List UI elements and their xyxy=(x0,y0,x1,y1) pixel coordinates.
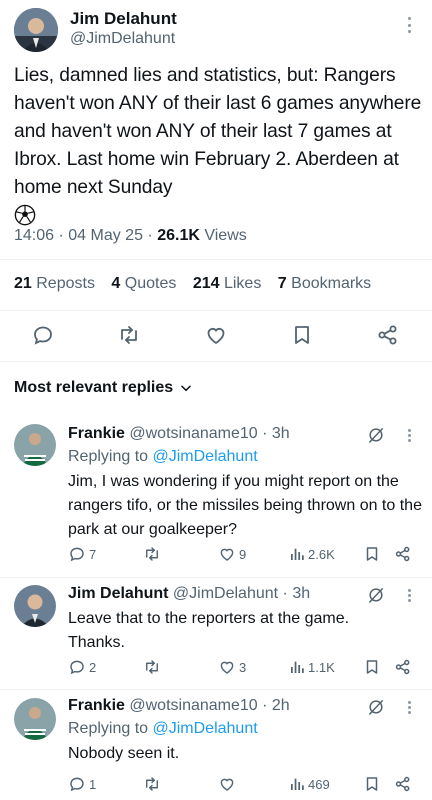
author-name[interactable]: Jim Delahunt xyxy=(70,9,177,29)
bookmark-icon[interactable] xyxy=(363,658,381,676)
more-options-icon[interactable] xyxy=(407,17,411,33)
reply-views-button[interactable]: 2.6K xyxy=(289,545,335,563)
repost-icon xyxy=(146,547,158,561)
views-icon xyxy=(291,778,304,790)
divider xyxy=(0,689,432,690)
reply-author-name[interactable]: Frankie xyxy=(68,425,125,442)
replying-to-handle[interactable]: @JimDelahunt xyxy=(153,448,258,465)
like-count: 9 xyxy=(239,546,247,562)
replying-to: Replying to @JimDelahunt xyxy=(68,448,258,465)
reply-text: Jim, I was wondering if you might report… xyxy=(68,473,422,538)
divider xyxy=(0,259,432,260)
avatar-image xyxy=(14,585,56,627)
bookmark-icon[interactable] xyxy=(363,775,381,793)
like-icon xyxy=(220,661,234,674)
share-icon[interactable] xyxy=(394,545,412,563)
reply-count: 7 xyxy=(89,546,97,562)
reply-icon xyxy=(70,777,84,792)
likes-stat[interactable]: 214 Likes xyxy=(193,275,274,292)
divider xyxy=(0,361,432,362)
avatar-image xyxy=(14,8,58,52)
tweet-date[interactable]: 04 May 25 xyxy=(68,227,143,244)
grok-icon[interactable] xyxy=(366,425,386,445)
more-options-icon[interactable] xyxy=(407,589,411,602)
share-icon[interactable] xyxy=(394,658,412,676)
repost-icon[interactable] xyxy=(117,323,141,347)
reply-icon[interactable] xyxy=(31,323,55,347)
tweet-meta: 14:06 · 04 May 25 · 26.1K Views xyxy=(14,227,247,244)
repost-icon xyxy=(146,660,158,674)
reply-time[interactable]: 3h xyxy=(272,425,290,442)
reply-author-name[interactable]: Frankie xyxy=(68,697,125,714)
reply-header: Frankie @wotsinaname10 · 2h xyxy=(68,697,290,714)
reply-like-button[interactable]: 9 xyxy=(218,545,246,563)
reply-count: 1 xyxy=(89,776,97,792)
grok-icon[interactable] xyxy=(366,585,386,605)
replies-sort-dropdown[interactable]: Most relevant replies xyxy=(14,379,193,397)
like-count: 3 xyxy=(239,659,247,675)
more-options-icon[interactable] xyxy=(407,701,411,714)
bookmark-icon[interactable] xyxy=(290,323,314,347)
reply-views-button[interactable]: 469 xyxy=(289,775,330,793)
reply-author-name[interactable]: Jim Delahunt xyxy=(68,585,168,602)
reply-author-handle[interactable]: @wotsinaname10 xyxy=(129,697,257,714)
replying-to-handle[interactable]: @JimDelahunt xyxy=(153,720,258,737)
like-icon xyxy=(220,548,234,561)
reply-time[interactable]: 2h xyxy=(272,697,290,714)
views-count: 2.6K xyxy=(308,546,335,562)
reply-like-button[interactable]: 3 xyxy=(218,658,246,676)
reply-icon xyxy=(70,547,84,562)
divider xyxy=(0,577,432,578)
views-icon xyxy=(291,661,304,673)
reply-repost-button[interactable] xyxy=(143,545,164,563)
views-label: Views xyxy=(204,227,247,244)
author-avatar[interactable] xyxy=(14,8,58,52)
views-count: 26.1K xyxy=(157,227,200,244)
reply-repost-button[interactable] xyxy=(143,658,164,676)
reply-icon xyxy=(70,660,84,675)
reply-repost-button[interactable] xyxy=(143,775,164,793)
bookmarks-stat[interactable]: 7 Bookmarks xyxy=(278,275,371,292)
author-handle[interactable]: @JimDelahunt xyxy=(70,30,175,48)
reply-avatar[interactable] xyxy=(14,424,56,466)
like-icon[interactable] xyxy=(204,323,228,347)
repost-icon xyxy=(146,777,158,791)
tweet-time[interactable]: 14:06 xyxy=(14,227,54,244)
reply-reply-button[interactable]: 7 xyxy=(68,545,96,563)
chevron-down-icon xyxy=(181,385,192,392)
divider xyxy=(0,310,432,311)
replying-to: Replying to @JimDelahunt xyxy=(68,720,258,737)
grok-icon[interactable] xyxy=(366,697,386,717)
reply-header: Jim Delahunt @JimDelahunt · 3h xyxy=(68,585,311,602)
quotes-stat[interactable]: 4 Quotes xyxy=(111,275,188,292)
reply-reply-button[interactable]: 2 xyxy=(68,658,96,676)
reply-header: Frankie @wotsinaname10 · 3h xyxy=(68,425,290,442)
avatar-image xyxy=(14,698,56,740)
reply-text: Nobody seen it. xyxy=(68,745,180,762)
like-icon xyxy=(220,778,234,791)
reply-time[interactable]: 3h xyxy=(292,585,310,602)
reply-author-handle[interactable]: @wotsinaname10 xyxy=(129,425,257,442)
share-icon[interactable] xyxy=(376,323,400,347)
reposts-stat[interactable]: 21 Reposts xyxy=(14,275,107,292)
engagement-stats: 21 Reposts 4 Quotes 214 Likes 7 Bookmark… xyxy=(14,275,371,293)
views-icon xyxy=(291,548,304,560)
reply-text: Leave that to the reporters at the game.… xyxy=(68,610,350,651)
views-count: 469 xyxy=(308,776,330,792)
tweet-body: Lies, damned lies and statistics, but: R… xyxy=(14,65,422,198)
replies-sort-label: Most relevant replies xyxy=(14,379,174,396)
reply-author-handle[interactable]: @JimDelahunt xyxy=(173,585,278,602)
avatar-image xyxy=(14,424,56,466)
reply-views-button[interactable]: 1.1K xyxy=(289,658,335,676)
bookmark-icon[interactable] xyxy=(363,545,381,563)
views-count: 1.1K xyxy=(308,659,335,675)
reply-reply-button[interactable]: 1 xyxy=(68,775,96,793)
reply-avatar[interactable] xyxy=(14,585,56,627)
reply-like-button[interactable] xyxy=(218,775,239,793)
reply-avatar[interactable] xyxy=(14,698,56,740)
more-options-icon[interactable] xyxy=(407,429,411,442)
tweet-text: Lies, damned lies and statistics, but: R… xyxy=(14,62,424,235)
share-icon[interactable] xyxy=(394,775,412,793)
reply-count: 2 xyxy=(89,659,97,675)
